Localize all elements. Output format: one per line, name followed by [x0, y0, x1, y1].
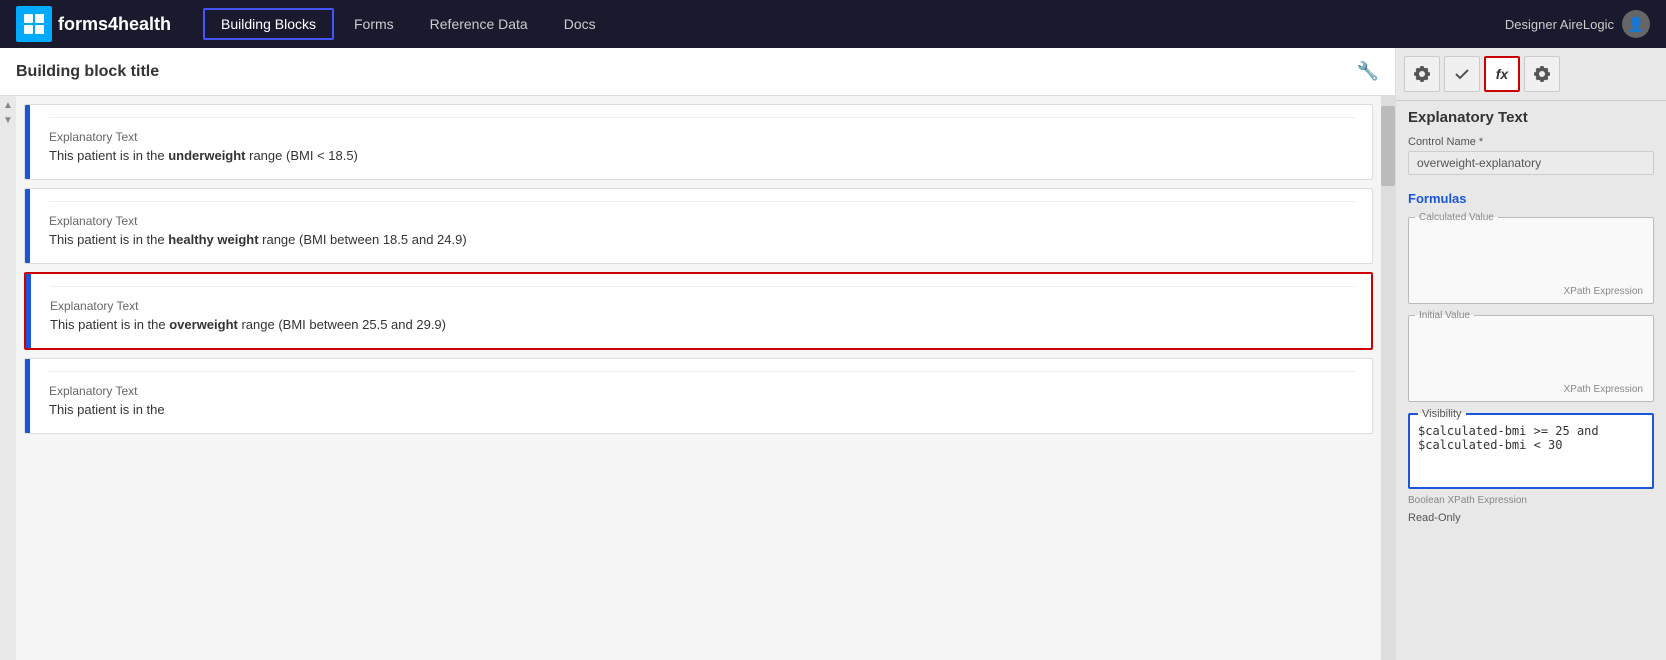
block-accent	[25, 105, 30, 179]
control-name-input[interactable]	[1408, 151, 1654, 175]
fx-label: fx	[1496, 66, 1508, 82]
block-text: This patient is in the underweight range…	[49, 148, 1356, 163]
visibility-textarea[interactable]: $calculated-bmi >= 25 and $calculated-bm…	[1418, 424, 1644, 476]
wrench-icon[interactable]: 🔧	[1357, 61, 1379, 82]
control-name-label: Control Name *	[1408, 136, 1654, 148]
boolean-xpath-label: Boolean XPath Expression	[1408, 495, 1654, 506]
block-healthy[interactable]: Explanatory Text This patient is in the …	[24, 188, 1373, 264]
settings-button[interactable]	[1404, 56, 1440, 92]
left-panel: Building block title 🔧 ▲ ▼ Explanatory T…	[0, 48, 1396, 660]
block-label: Explanatory Text	[49, 384, 1356, 398]
initial-xpath-label: XPath Expression	[1415, 384, 1647, 395]
block-accent	[25, 359, 30, 433]
right-panel-content: Explanatory Text Control Name * Formulas…	[1396, 101, 1666, 660]
right-panel: fx Explanatory Text Control Name * Formu…	[1396, 48, 1666, 660]
panel-header: Building block title 🔧	[0, 48, 1395, 96]
left-panel-scrollbar[interactable]	[1381, 96, 1395, 660]
block-underweight[interactable]: Explanatory Text This patient is in the …	[24, 104, 1373, 180]
calculated-value-fieldset: Calculated Value XPath Expression	[1408, 212, 1654, 304]
block-label: Explanatory Text	[50, 299, 1355, 313]
section-title: Explanatory Text	[1408, 109, 1654, 126]
visibility-legend: Visibility	[1418, 408, 1466, 420]
calculated-value-textarea[interactable]	[1415, 223, 1647, 283]
formulas-label: Formulas	[1408, 191, 1654, 206]
left-scroll-indicator: ▲ ▼	[0, 96, 16, 660]
block-label: Explanatory Text	[49, 214, 1356, 228]
scroll-down-icon[interactable]: ▼	[3, 115, 13, 126]
nav-item-building-blocks[interactable]: Building Blocks	[203, 8, 334, 40]
right-toolbar: fx	[1396, 48, 1666, 101]
scroll-up-icon[interactable]: ▲	[3, 100, 13, 111]
initial-value-legend: Initial Value	[1415, 310, 1474, 321]
block-accent	[26, 274, 31, 348]
block-text: This patient is in the	[49, 402, 1356, 417]
nav-item-docs[interactable]: Docs	[548, 10, 612, 38]
xpath-expression-label: XPath Expression	[1415, 286, 1647, 297]
scrollbar-thumb	[1381, 106, 1395, 186]
block-partial[interactable]: Explanatory Text This patient is in the	[24, 358, 1373, 434]
block-accent	[25, 189, 30, 263]
calculated-value-legend: Calculated Value	[1415, 212, 1498, 223]
avatar: 👤	[1622, 10, 1650, 38]
formula-button[interactable]: fx	[1484, 56, 1520, 92]
logo[interactable]: forms4health	[16, 6, 171, 42]
page-title: Building block title	[16, 63, 159, 81]
nav-item-forms[interactable]: Forms	[338, 10, 410, 38]
nav-user[interactable]: Designer AireLogic 👤	[1505, 10, 1650, 38]
initial-value-fieldset: Initial Value XPath Expression	[1408, 310, 1654, 402]
nav-item-reference-data[interactable]: Reference Data	[414, 10, 544, 38]
check-button[interactable]	[1444, 56, 1480, 92]
initial-value-textarea[interactable]	[1415, 321, 1647, 381]
block-label: Explanatory Text	[49, 130, 1356, 144]
logo-text: forms4health	[58, 14, 171, 35]
block-text: This patient is in the overweight range …	[50, 317, 1355, 332]
visibility-fieldset: Visibility $calculated-bmi >= 25 and $ca…	[1408, 408, 1654, 489]
main-layout: Building block title 🔧 ▲ ▼ Explanatory T…	[0, 48, 1666, 660]
user-name: Designer AireLogic	[1505, 17, 1614, 32]
top-navigation: forms4health Building Blocks Forms Refer…	[0, 0, 1666, 48]
form-blocks: Explanatory Text This patient is in the …	[16, 96, 1381, 660]
readonly-label: Read-Only	[1408, 512, 1654, 524]
block-text: This patient is in the healthy weight ra…	[49, 232, 1356, 247]
config-button[interactable]	[1524, 56, 1560, 92]
nav-items: Building Blocks Forms Reference Data Doc…	[203, 8, 1497, 40]
block-overweight[interactable]: Explanatory Text This patient is in the …	[24, 272, 1373, 350]
logo-icon	[16, 6, 52, 42]
